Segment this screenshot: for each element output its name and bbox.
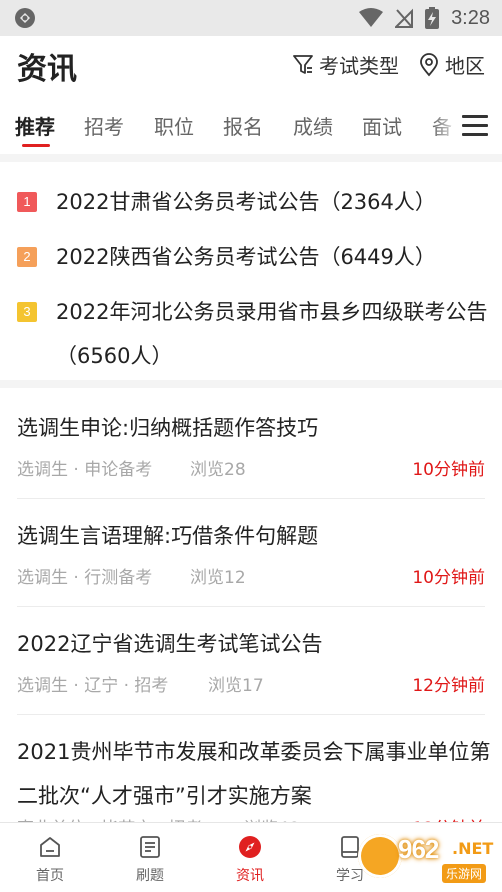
watermark-badge xyxy=(358,834,402,878)
watermark-digits: 962 xyxy=(398,834,439,864)
tab-register[interactable]: 报名 xyxy=(223,111,263,140)
watermark-subtitle: 乐游网 xyxy=(442,864,487,883)
section-divider xyxy=(0,154,502,162)
category-tabs: 推荐 招考 职位 报名 成绩 面试 备 xyxy=(0,98,502,154)
rank-badge: 1 xyxy=(17,192,37,212)
status-time: 3:28 xyxy=(451,6,490,29)
header: 资讯 考试类型 地区 xyxy=(0,36,502,94)
home-icon xyxy=(40,837,60,857)
region-label: 地区 xyxy=(445,54,485,78)
nav-home[interactable]: 首页 xyxy=(0,823,100,892)
location-pin-icon xyxy=(420,52,438,76)
exercise-icon xyxy=(140,836,160,858)
news-time: 10分钟前 xyxy=(412,460,485,480)
news-separator xyxy=(17,714,485,715)
section-divider xyxy=(0,380,502,388)
nav-news[interactable]: 资讯 xyxy=(200,823,300,892)
wifi-icon xyxy=(359,8,384,27)
news-views: 浏览17 xyxy=(208,676,264,696)
hot-list-text: 2022甘肃省公务员考试公告（2364人） xyxy=(56,190,436,214)
tab-interview[interactable]: 面试 xyxy=(362,111,402,140)
news-title: 2022辽宁省选调生考试笔试公告 xyxy=(17,632,323,656)
exam-type-filter-button[interactable]: 考试类型 xyxy=(293,50,399,79)
status-bar: 3:28 xyxy=(0,0,502,36)
news-tags: 选调生 · 辽宁 · 招考 xyxy=(17,676,169,696)
news-tags: 选调生 · 申论备考 xyxy=(17,460,153,480)
tab-scores[interactable]: 成绩 xyxy=(293,111,333,140)
news-separator xyxy=(17,498,485,499)
rank-badge: 3 xyxy=(17,302,37,322)
active-tab-indicator xyxy=(22,144,50,147)
region-filter-button[interactable]: 地区 xyxy=(419,50,485,79)
news-title: 选调生申论:归纳概括题作答技巧 xyxy=(17,416,319,440)
tab-recruit[interactable]: 招考 xyxy=(84,111,124,140)
news-views: 浏览12 xyxy=(190,568,246,588)
hot-list-text: 2022陕西省公务员考试公告（6449人） xyxy=(56,245,436,269)
nav-exercise[interactable]: 刷题 xyxy=(100,823,200,892)
filter-icon xyxy=(293,54,313,74)
no-signal-icon xyxy=(395,8,414,28)
menu-icon[interactable] xyxy=(462,115,488,137)
watermark-domain: .NET xyxy=(452,839,494,858)
watermark-logo: 962 .NET 乐游网 xyxy=(358,828,498,886)
page-title: 资讯 xyxy=(17,52,77,87)
news-title: 2021贵州毕节市发展和改革委员会下属事业单位第二批次“人才强市”引才实施方案 xyxy=(17,740,491,808)
nav-exercise-label: 刷题 xyxy=(136,868,164,884)
nav-news-label: 资讯 xyxy=(236,868,264,884)
app-notification-icon xyxy=(15,8,35,28)
news-time: 10分钟前 xyxy=(412,568,485,588)
compass-icon xyxy=(239,836,261,858)
news-separator xyxy=(17,606,485,607)
battery-charging-icon xyxy=(425,7,440,29)
news-title: 选调生言语理解:巧借条件句解题 xyxy=(17,524,319,548)
news-tags: 选调生 · 行测备考 xyxy=(17,568,153,588)
nav-home-label: 首页 xyxy=(36,868,64,884)
tab-recommend[interactable]: 推荐 xyxy=(15,111,55,140)
exam-type-label: 考试类型 xyxy=(319,54,399,78)
news-views: 浏览28 xyxy=(190,460,246,480)
rank-badge: 2 xyxy=(17,247,37,267)
hot-list-text: 2022年河北公务员录用省市县乡四级联考公告（6560人） xyxy=(56,300,488,368)
news-time: 12分钟前 xyxy=(412,676,485,696)
tab-positions[interactable]: 职位 xyxy=(154,111,194,140)
